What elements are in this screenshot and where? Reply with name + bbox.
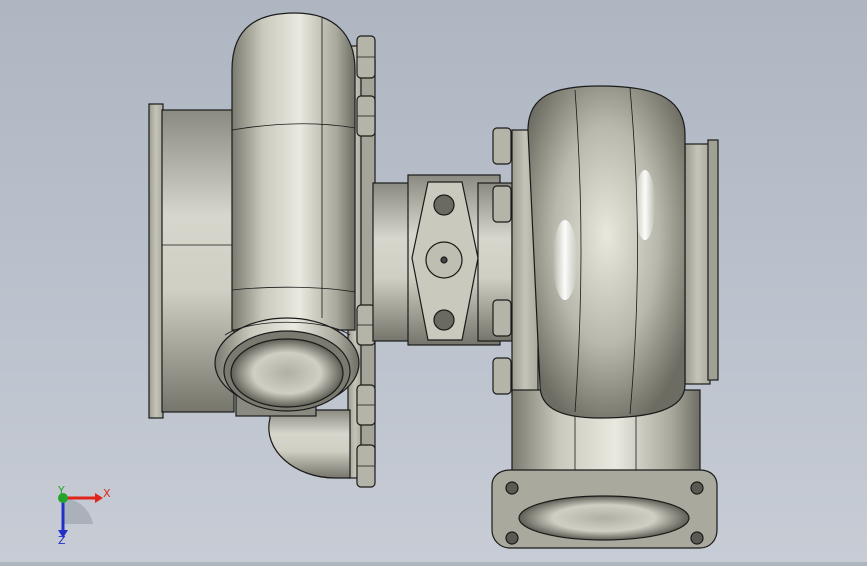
compressor-outlet bbox=[214, 317, 360, 417]
3d-viewport[interactable]: X Y Z bbox=[0, 0, 867, 562]
x-axis-arrowhead bbox=[95, 493, 103, 503]
center-housing bbox=[372, 174, 513, 346]
axis-triad: X Y Z bbox=[57, 484, 111, 547]
triad-shadow-arc bbox=[63, 498, 93, 524]
turbocharger-model[interactable] bbox=[148, 12, 719, 549]
x-axis-label: X bbox=[103, 487, 111, 500]
turbine-volute bbox=[527, 85, 686, 419]
z-axis-label: Z bbox=[58, 534, 66, 547]
exhaust-flange bbox=[491, 469, 718, 549]
y-axis-label: Y bbox=[57, 484, 65, 497]
